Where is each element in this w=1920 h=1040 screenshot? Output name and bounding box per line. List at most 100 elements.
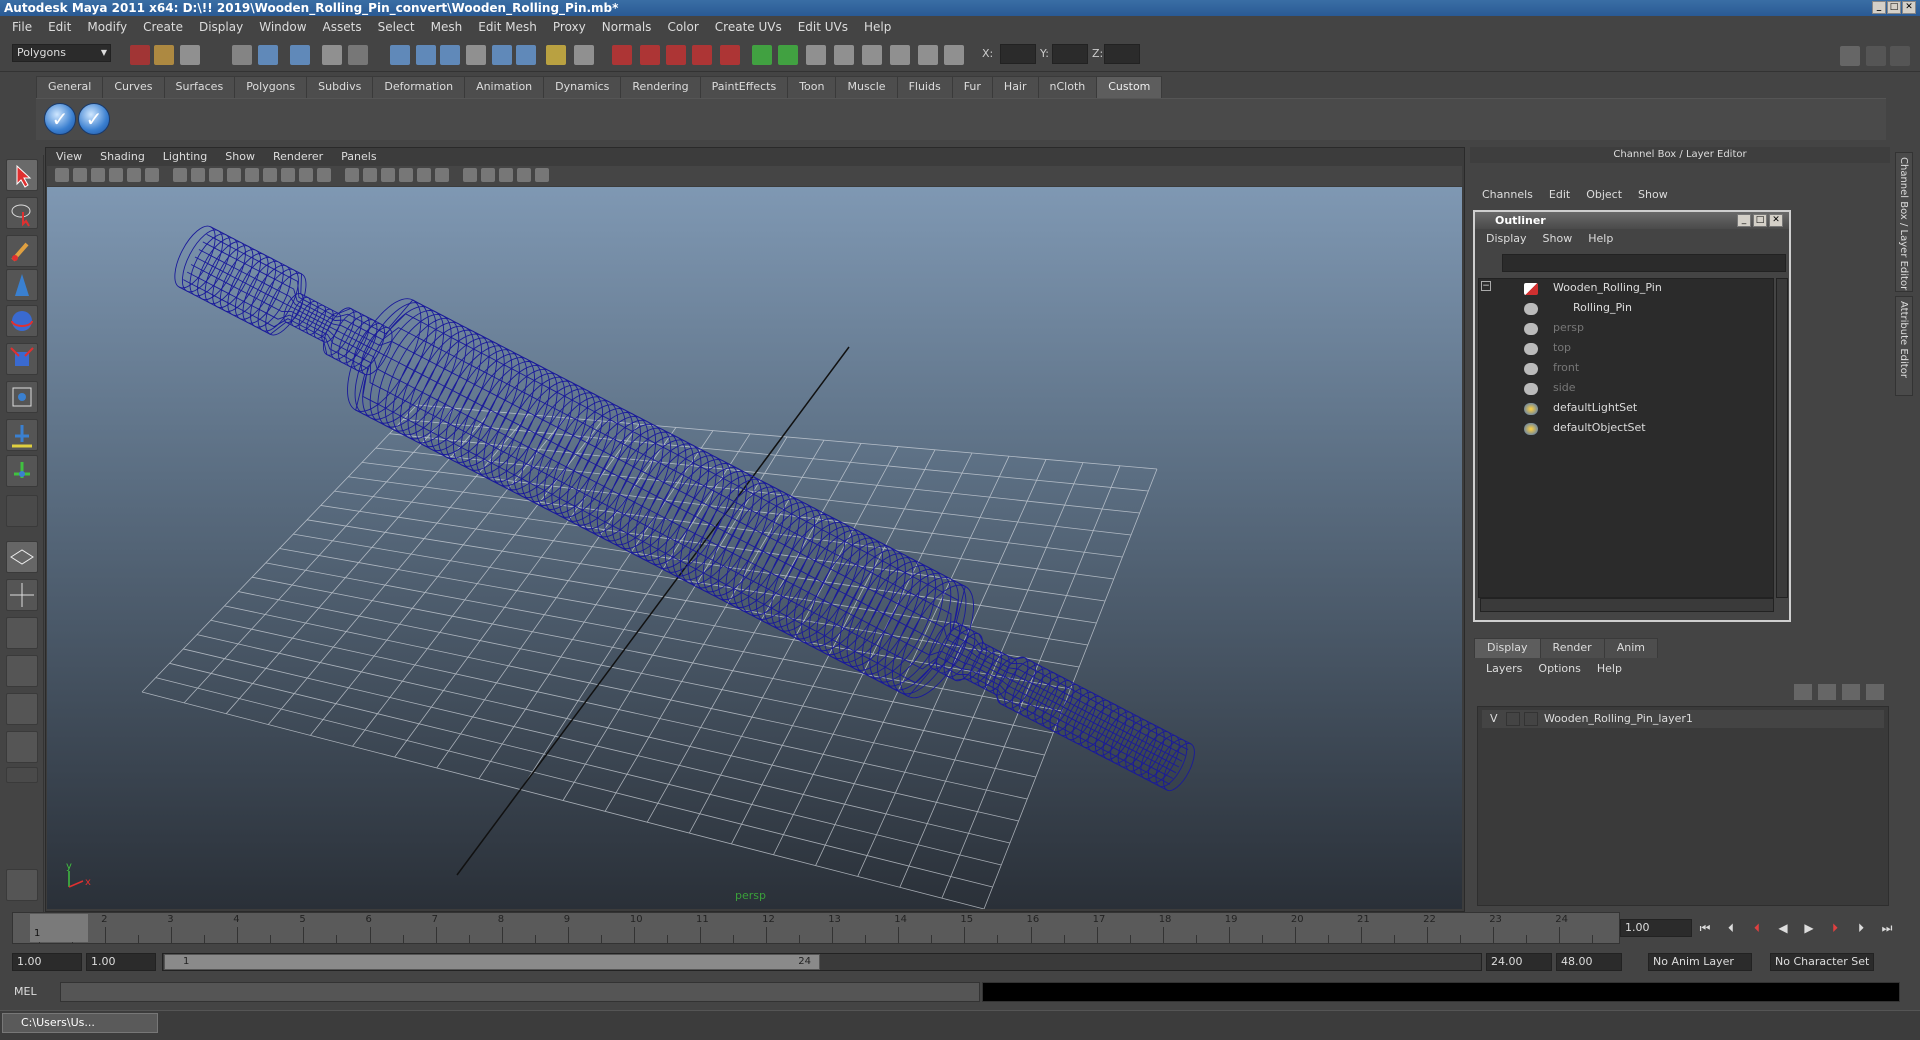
layer-tab-render[interactable]: Render [1539,638,1605,658]
layer-tab-display[interactable]: Display [1474,638,1541,658]
mode-selector[interactable]: Polygons [12,44,111,62]
quick-layout-icon[interactable] [6,869,38,901]
close-button[interactable]: ✕ [1902,1,1916,14]
channelbox-toggle-icon[interactable] [1866,46,1886,66]
anim-end-field[interactable]: 48.00 [1556,953,1622,971]
current-time-marker[interactable]: 1 [30,914,88,942]
go-to-end-icon[interactable]: ⏭ [1878,921,1896,937]
outliner-maximize-button[interactable]: □ [1753,214,1767,227]
outliner-minimize-button[interactable]: _ [1737,214,1751,227]
outliner-filter-field[interactable] [1502,254,1786,272]
outliner-item-wooden-rolling-pin[interactable]: Wooden_Rolling_Pin [1553,279,1662,297]
viewport-tool-icon[interactable] [363,168,377,182]
shelf-tab-hair[interactable]: Hair [991,76,1039,98]
status-tool-icon[interactable] [862,45,882,65]
manipulator-tool-icon[interactable] [6,381,38,413]
layer-menu-layers[interactable]: Layers [1478,662,1530,675]
playback-end-field[interactable]: 24.00 [1486,953,1552,971]
shelf-tab-custom[interactable]: Custom [1096,76,1163,98]
shelf-tab-fur[interactable]: Fur [951,76,993,98]
viewport-tool-icon[interactable] [173,168,187,182]
menu-color[interactable]: Color [659,20,706,34]
side-tab-channel-box[interactable]: Channel Box / Layer Editor [1895,152,1913,292]
vp-menu-view[interactable]: View [47,148,91,165]
expand-toggle-icon[interactable]: − [1481,281,1491,291]
select-tool-icon[interactable] [6,159,38,191]
single-pane-layout-icon[interactable] [6,541,38,573]
status-tool-icon[interactable] [154,45,174,65]
hypershade-layout-icon[interactable] [6,693,38,725]
viewport-tool-icon[interactable] [381,168,395,182]
viewport-tool-icon[interactable] [191,168,205,182]
scale-tool-icon[interactable] [6,343,38,375]
vp-menu-show[interactable]: Show [216,148,264,165]
viewport-tool-icon[interactable] [481,168,495,182]
outliner-item-top[interactable]: top [1553,339,1571,357]
status-tool-icon[interactable] [440,45,460,65]
step-back-frame-icon[interactable]: ⏴ [1748,921,1766,937]
status-tool-icon[interactable] [232,45,252,65]
layer-name[interactable]: Wooden_Rolling_Pin_layer1 [1544,712,1693,725]
shelf-tab-surfaces[interactable]: Surfaces [163,76,236,98]
status-tool-icon[interactable] [574,45,594,65]
status-tool-icon[interactable] [752,45,772,65]
rotate-tool-icon[interactable] [6,305,38,337]
layer-up-icon[interactable] [1794,684,1812,700]
step-forward-key-icon[interactable]: ⏵ [1852,921,1870,937]
z-field[interactable] [1104,44,1140,64]
check-icon[interactable]: ✓ [78,103,110,135]
outliner-menu-display[interactable]: Display [1478,232,1535,245]
shelf-tab-ncloth[interactable]: nCloth [1037,76,1098,98]
range-thumb[interactable]: 1 24 [164,954,820,970]
play-backwards-icon[interactable]: ◀ [1774,921,1792,937]
menu-help[interactable]: Help [856,20,899,34]
lasso-tool-icon[interactable] [6,197,38,229]
outliner-close-button[interactable]: ✕ [1769,214,1783,227]
status-tool-icon[interactable] [918,45,938,65]
new-layer-from-selection-icon[interactable] [1866,684,1884,700]
status-tool-icon[interactable] [834,45,854,65]
character-set-dropdown[interactable]: No Character Set [1770,953,1874,971]
four-pane-layout-icon[interactable] [6,579,38,611]
outliner-item-rolling-pin[interactable]: Rolling_Pin [1573,299,1632,317]
menu-file[interactable]: File [4,20,40,34]
viewport-tool-icon[interactable] [435,168,449,182]
outliner-item-defaultlightset[interactable]: defaultLightSet [1553,399,1637,417]
menu-create[interactable]: Create [135,20,191,34]
soft-mod-tool-icon[interactable] [6,419,38,451]
step-forward-frame-icon[interactable]: ⏵ [1826,921,1844,937]
status-tool-icon[interactable] [640,45,660,65]
graph-layout-icon[interactable] [6,731,38,763]
shelf-tab-animation[interactable]: Animation [464,76,545,98]
viewport-tool-icon[interactable] [345,168,359,182]
menu-normals[interactable]: Normals [594,20,660,34]
viewport-tool-icon[interactable] [263,168,277,182]
outliner-persp-layout-icon[interactable] [6,617,38,649]
cb-menu-channels[interactable]: Channels [1474,188,1541,201]
layer-color-swatch[interactable] [1524,712,1538,726]
anim-start-field[interactable]: 1.00 [12,953,82,971]
new-empty-layer-icon[interactable] [1842,684,1860,700]
vp-menu-lighting[interactable]: Lighting [154,148,216,165]
status-tool-icon[interactable] [290,45,310,65]
viewport-tool-icon[interactable] [517,168,531,182]
viewport-tool-icon[interactable] [499,168,513,182]
attribute-toggle-icon[interactable] [1890,46,1910,66]
outliner-item-defaultobjectset[interactable]: defaultObjectSet [1553,419,1646,437]
menu-edit-uvs[interactable]: Edit UVs [790,20,856,34]
status-tool-icon[interactable] [492,45,512,65]
outliner-item-persp[interactable]: persp [1553,319,1584,337]
anim-layer-dropdown[interactable]: No Anim Layer [1648,953,1752,971]
y-field[interactable] [1052,44,1088,64]
shelf-tab-rendering[interactable]: Rendering [620,76,701,98]
outliner-hscrollbar[interactable] [1480,598,1774,612]
status-tool-icon[interactable] [390,45,410,65]
menu-modify[interactable]: Modify [79,20,135,34]
current-frame-field[interactable]: 1.00 [1620,919,1692,937]
minimized-window-item[interactable]: C:\Users\Us... [2,1013,158,1033]
menu-edit-mesh[interactable]: Edit Mesh [470,20,545,34]
menu-select[interactable]: Select [370,20,423,34]
outliner-menu-show[interactable]: Show [1535,232,1581,245]
paint-tool-icon[interactable] [6,235,38,267]
viewport-tool-icon[interactable] [463,168,477,182]
